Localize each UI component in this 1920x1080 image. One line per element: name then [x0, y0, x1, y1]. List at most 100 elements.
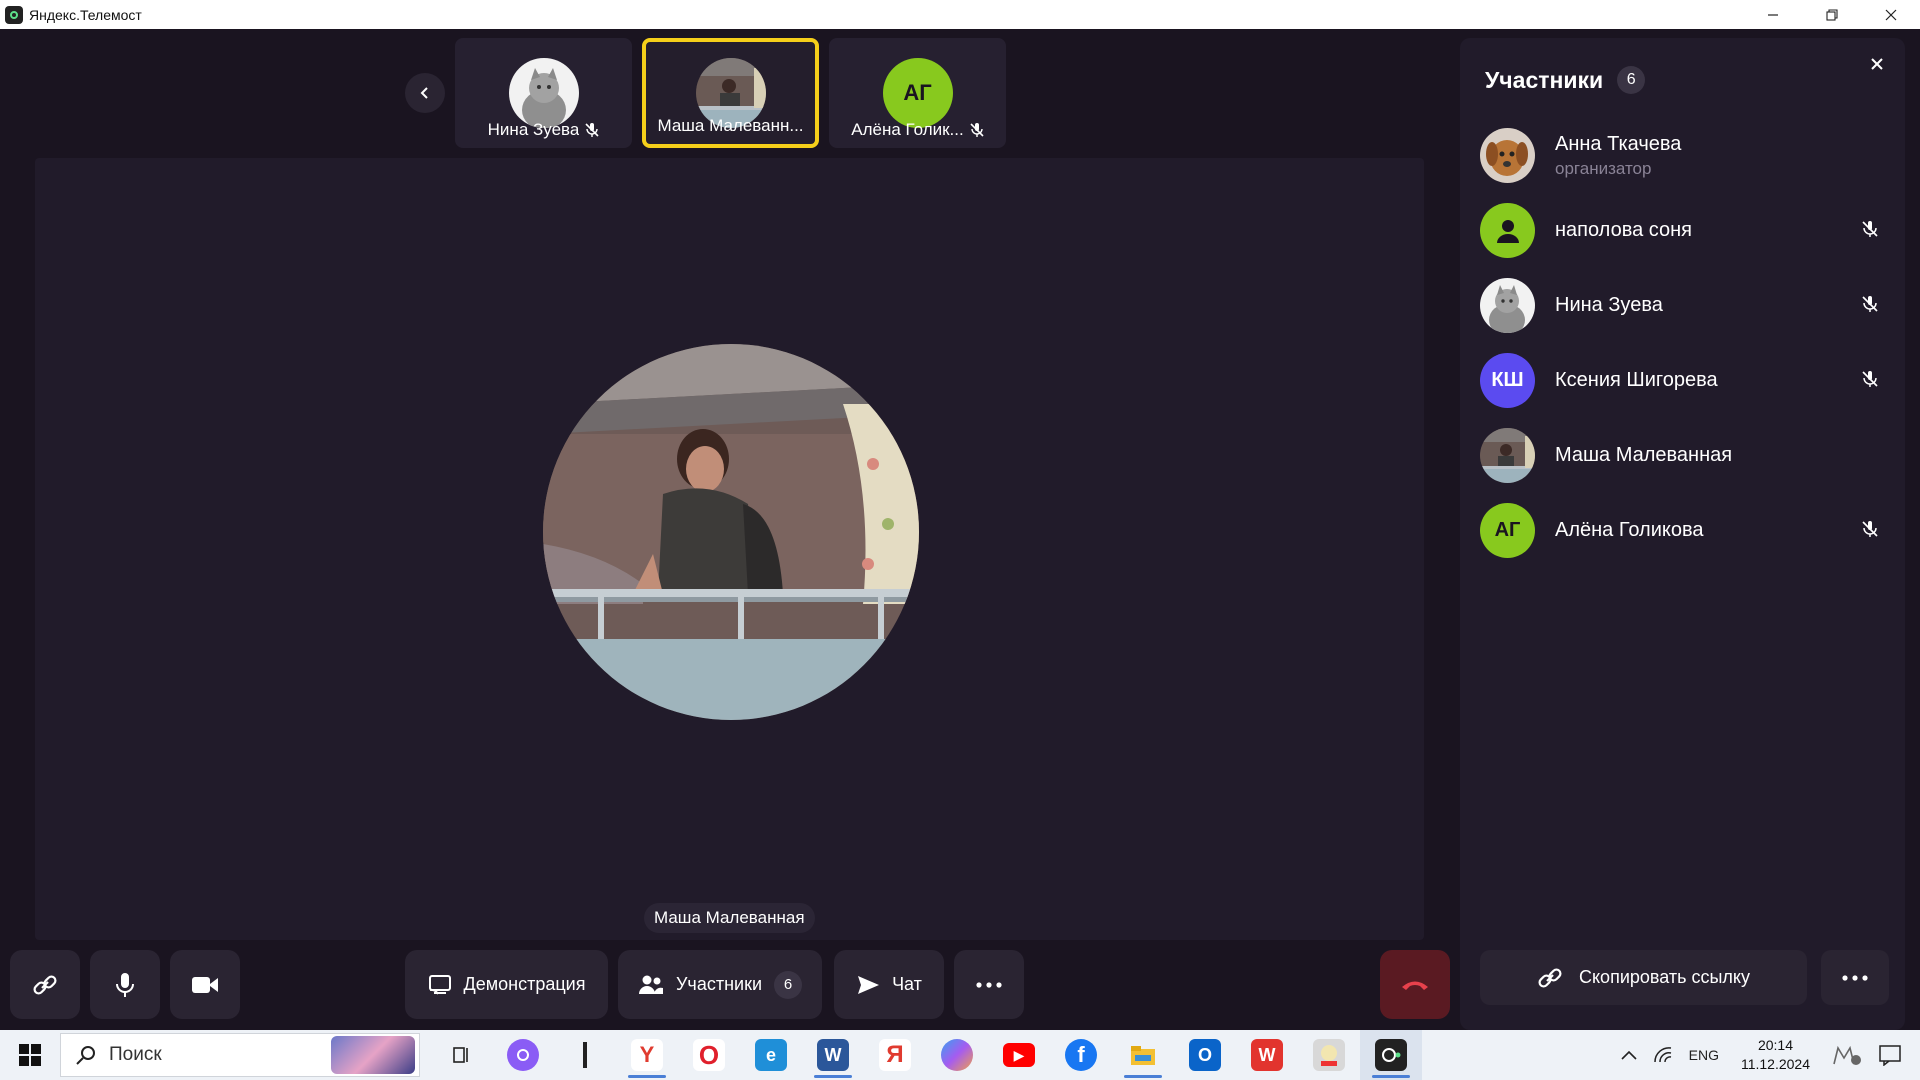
opera-taskbar-button[interactable]: O — [678, 1030, 740, 1080]
participant-name: наполова соня — [1555, 219, 1693, 241]
mic-off-icon — [1862, 296, 1878, 312]
prev-thumbnails-button[interactable] — [405, 73, 445, 113]
yandex-taskbar-button[interactable]: Я — [864, 1030, 926, 1080]
yandex-browser-taskbar-button[interactable]: Y — [616, 1030, 678, 1080]
thumbnail-masha-malevannaya[interactable]: Маша Малеванн... — [642, 38, 819, 148]
end-call-button[interactable] — [1380, 950, 1450, 1019]
search-icon — [76, 1046, 95, 1065]
alice-taskbar-button[interactable] — [492, 1030, 554, 1080]
taskbar-apps: Y Oe W Я ▶ f O W — [430, 1030, 1422, 1080]
window-title: Яндекс.Телемост — [29, 6, 142, 23]
taskbar-search[interactable]: Поиск — [60, 1033, 420, 1077]
video-camera-icon — [192, 976, 218, 993]
users-icon — [639, 975, 663, 994]
camera-button[interactable] — [170, 950, 240, 1019]
invite-link-button[interactable] — [10, 950, 80, 1019]
participant-name: Анна Ткачева — [1555, 132, 1682, 155]
participant-row[interactable]: КШ Ксения Шигорева — [1480, 343, 1890, 418]
minimize-button[interactable] — [1743, 0, 1802, 29]
initials-avatar: КШ — [1480, 353, 1535, 408]
file-explorer-taskbar-button[interactable] — [1112, 1030, 1174, 1080]
youtube-taskbar-button[interactable]: ▶ — [988, 1030, 1050, 1080]
participant-role: организатор — [1555, 158, 1652, 178]
more-options-button[interactable] — [954, 950, 1024, 1019]
yandex-icon: Я — [879, 1039, 911, 1071]
separator-icon — [583, 1042, 587, 1068]
task-view-icon — [445, 1039, 477, 1071]
screen-share-icon — [428, 974, 451, 995]
copy-link-label: Скопировать ссылку — [1578, 967, 1751, 987]
participant-row[interactable]: Маша Малеванная — [1480, 418, 1890, 493]
notifications-icon[interactable] — [1878, 1044, 1902, 1066]
system-tray: ENG 20:14 11.12.2024 — [1613, 1030, 1920, 1080]
wps-icon: W — [1251, 1039, 1283, 1071]
participant-name: Маша Малеванная — [1555, 444, 1733, 466]
clock-date: 11.12.2024 — [1740, 1056, 1810, 1072]
copilot-taskbar-button[interactable] — [926, 1030, 988, 1080]
participants-list: Анна Ткачева организатор наполова соня Н… — [1480, 118, 1890, 568]
panel-title: Участники — [1485, 66, 1604, 93]
separator-taskbar-button[interactable] — [554, 1030, 616, 1080]
telemost-taskbar-button[interactable] — [1360, 1030, 1422, 1080]
default-user-avatar — [1480, 203, 1535, 258]
person-avatar — [1480, 428, 1535, 483]
restore-button[interactable] — [1802, 0, 1861, 29]
wifi-icon[interactable] — [1653, 1046, 1673, 1064]
participants-button[interactable]: Участники 6 — [618, 950, 822, 1019]
outlook-taskbar-button[interactable]: O — [1174, 1030, 1236, 1080]
facebook-taskbar-button[interactable]: f — [1050, 1030, 1112, 1080]
participants-label: Участники — [676, 974, 762, 994]
hang-up-icon — [1402, 981, 1428, 990]
screen-share-button[interactable]: Демонстрация — [405, 950, 608, 1019]
thumbnail-nina-zueva[interactable]: Нина Зуева — [455, 38, 632, 148]
screen-share-label: Демонстрация — [463, 974, 586, 994]
main-video-stage: Маша Малеванная — [35, 158, 1424, 940]
app-tray-icon[interactable] — [1832, 1044, 1862, 1066]
speaker-name-label: Маша Малеванная — [644, 903, 815, 933]
edge-icon: e — [755, 1039, 787, 1071]
chevron-up-icon[interactable] — [1621, 1050, 1637, 1060]
pdf24-icon — [1313, 1039, 1345, 1071]
thumbnail-alena-golikova[interactable]: АГ Алёна Голик... — [829, 38, 1006, 148]
word-taskbar-button[interactable]: W — [802, 1030, 864, 1080]
panel-count-badge: 6 — [1617, 66, 1646, 94]
outlook-icon: O — [1189, 1039, 1221, 1071]
clock-time: 20:14 — [1757, 1037, 1793, 1053]
link-icon — [1538, 967, 1562, 988]
link-icon — [33, 974, 57, 995]
panel-more-button[interactable] — [1821, 950, 1889, 1005]
close-panel-button[interactable] — [1865, 52, 1889, 76]
participants-panel: Участники 6 Анна Ткачева организатор нап… — [1460, 38, 1905, 1030]
search-highlight-image — [331, 1036, 415, 1074]
wps-taskbar-button[interactable]: W — [1236, 1030, 1298, 1080]
user-icon — [1496, 219, 1519, 243]
initials-avatar: АГ — [882, 58, 953, 128]
microphone-button[interactable] — [90, 950, 160, 1019]
pdf24-taskbar-button[interactable] — [1298, 1030, 1360, 1080]
thumbnail-name: Алёна Голик... — [851, 120, 964, 139]
edge-taskbar-button[interactable]: e — [740, 1030, 802, 1080]
close-window-button[interactable] — [1861, 0, 1920, 29]
speaker-avatar — [543, 344, 919, 720]
chat-button[interactable]: Чат — [834, 950, 944, 1019]
alice-icon — [507, 1039, 539, 1071]
participant-name: Ксения Шигорева — [1555, 369, 1718, 391]
participant-row[interactable]: Нина Зуева — [1480, 268, 1890, 343]
participants-count-badge: 6 — [774, 970, 802, 999]
language-indicator[interactable]: ENG — [1689, 1047, 1719, 1063]
more-horizontal-icon — [976, 981, 1002, 988]
windows-taskbar: Поиск Y Oe W Я ▶ f O W ENG 20:14 11.12.2024 — [0, 1030, 1920, 1080]
close-icon — [1871, 58, 1883, 70]
task-view-taskbar-button[interactable] — [430, 1030, 492, 1080]
copilot-icon — [941, 1039, 973, 1071]
clock[interactable]: 20:14 11.12.2024 — [1741, 1036, 1810, 1074]
search-label: Поиск — [109, 1044, 162, 1065]
file-explorer-icon — [1127, 1039, 1159, 1071]
participant-row[interactable]: АГ Алёна Голикова — [1480, 493, 1890, 568]
copy-link-button[interactable]: Скопировать ссылку — [1480, 950, 1807, 1005]
cat-avatar — [508, 58, 579, 128]
start-button[interactable] — [0, 1030, 60, 1080]
participant-row[interactable]: Анна Ткачева организатор — [1480, 118, 1890, 193]
cat-avatar — [1480, 278, 1535, 333]
participant-row[interactable]: наполова соня — [1480, 193, 1890, 268]
